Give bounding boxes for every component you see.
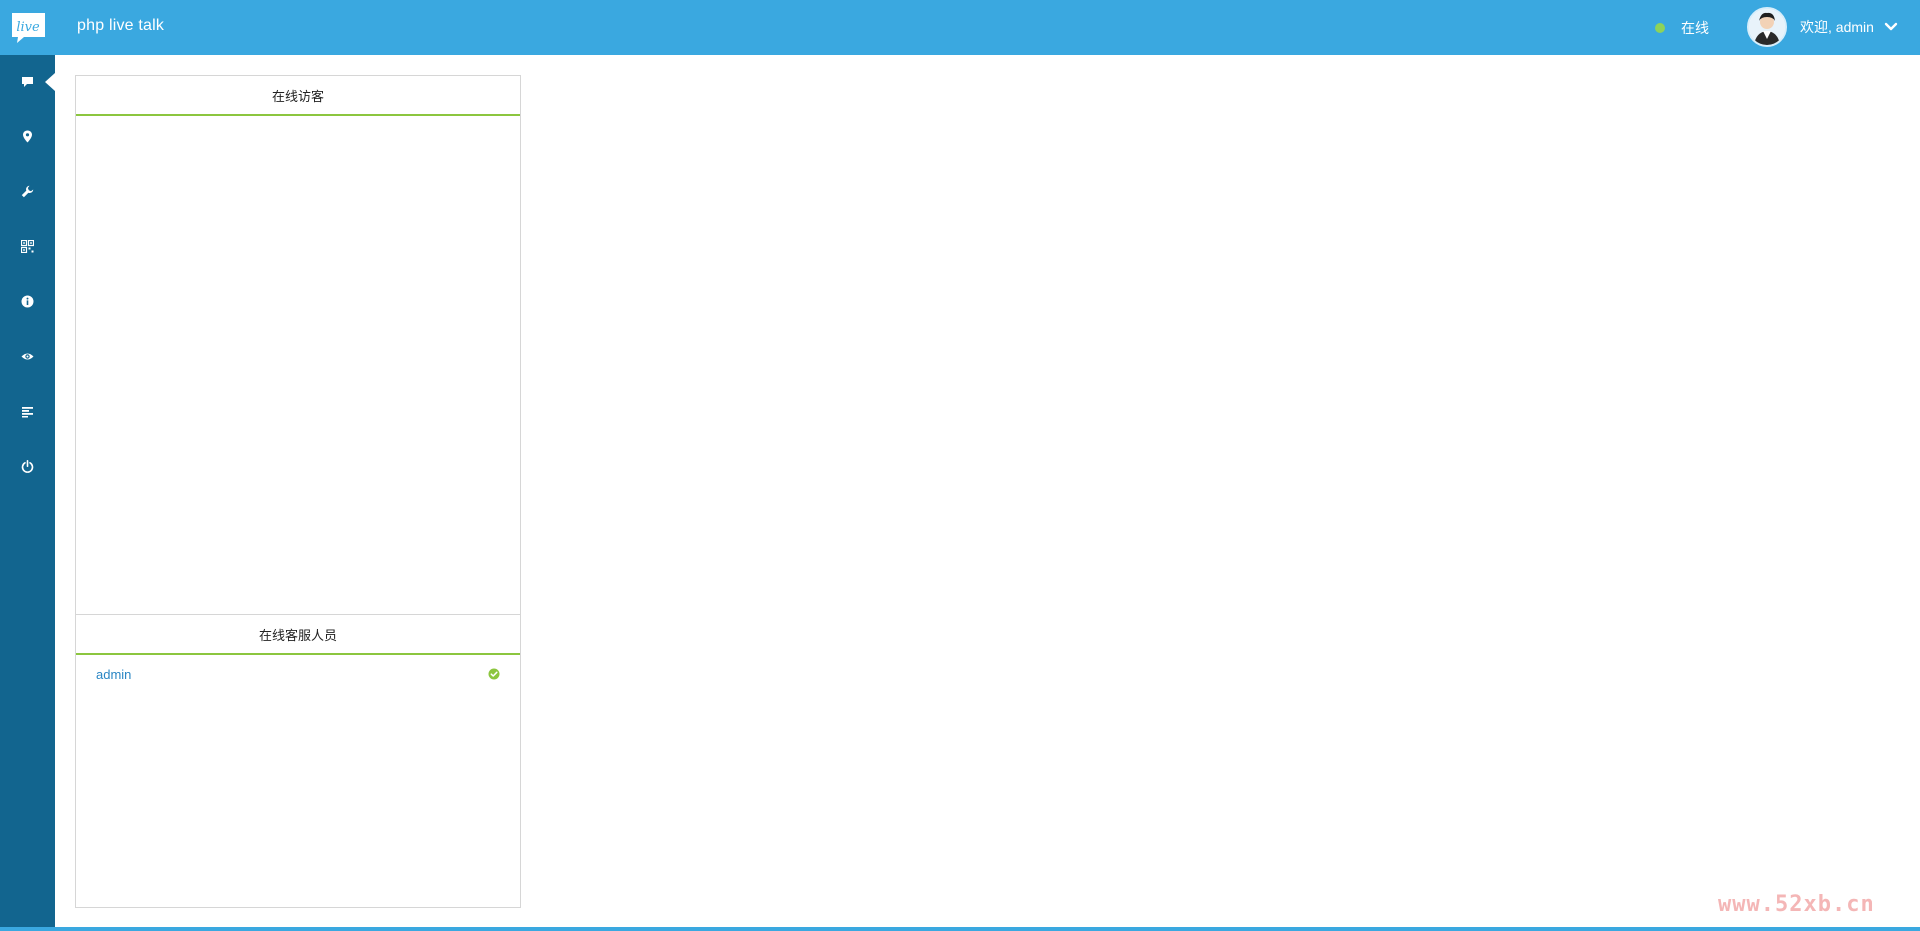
- avatar: [1747, 7, 1787, 47]
- status-label: 在线: [1681, 20, 1709, 36]
- power-icon: [21, 459, 34, 473]
- live-logo-icon: live: [12, 13, 45, 43]
- online-panel: 在线访客 在线客服人员 admin: [75, 75, 521, 908]
- chevron-down-icon: [1884, 22, 1898, 31]
- agents-list: admin: [76, 655, 520, 693]
- sidebar-item-qrcode[interactable]: [0, 226, 55, 266]
- sidebar-item-location[interactable]: [0, 116, 55, 156]
- status-dot-icon: [1655, 23, 1665, 33]
- agents-header: 在线客服人员: [76, 615, 520, 655]
- chat-icon: [22, 76, 33, 87]
- agent-name: admin: [96, 666, 132, 682]
- list-icon: [22, 406, 33, 417]
- visitors-list: [76, 116, 520, 615]
- logo-text: live: [16, 20, 40, 35]
- sidebar-item-records[interactable]: [0, 391, 55, 431]
- visitors-header: 在线访客: [76, 76, 520, 116]
- welcome-label: 欢迎, admin: [1800, 19, 1874, 35]
- sidebar-item-settings[interactable]: [0, 171, 55, 211]
- info-icon: [21, 295, 34, 307]
- active-indicator: [45, 73, 55, 91]
- sidebar-item-info[interactable]: [0, 281, 55, 321]
- top-bar: live php live talk 在线 欢迎, admin: [0, 0, 1920, 55]
- app-title: php live talk: [77, 17, 165, 34]
- agent-row[interactable]: admin: [76, 655, 520, 693]
- agents-title: 在线客服人员: [258, 627, 337, 643]
- eye-icon: [21, 353, 34, 359]
- wrench-icon: [21, 185, 34, 197]
- bottom-line: [0, 927, 1920, 931]
- visitors-title: 在线访客: [271, 88, 324, 104]
- qr-code-icon: [21, 239, 34, 253]
- map-pin-icon: [23, 130, 32, 142]
- avatar-image: [1749, 9, 1785, 45]
- check-circle-icon: [488, 668, 500, 680]
- sidebar-item-chat[interactable]: [0, 61, 55, 101]
- sidebar: [0, 55, 55, 931]
- sidebar-item-logout[interactable]: [0, 446, 55, 486]
- watermark: www.52xb.cn: [1718, 892, 1875, 917]
- user-menu[interactable]: 欢迎, admin: [1747, 6, 1898, 48]
- online-status-toggle[interactable]: 在线: [1655, 18, 1709, 38]
- sidebar-item-monitor[interactable]: [0, 336, 55, 376]
